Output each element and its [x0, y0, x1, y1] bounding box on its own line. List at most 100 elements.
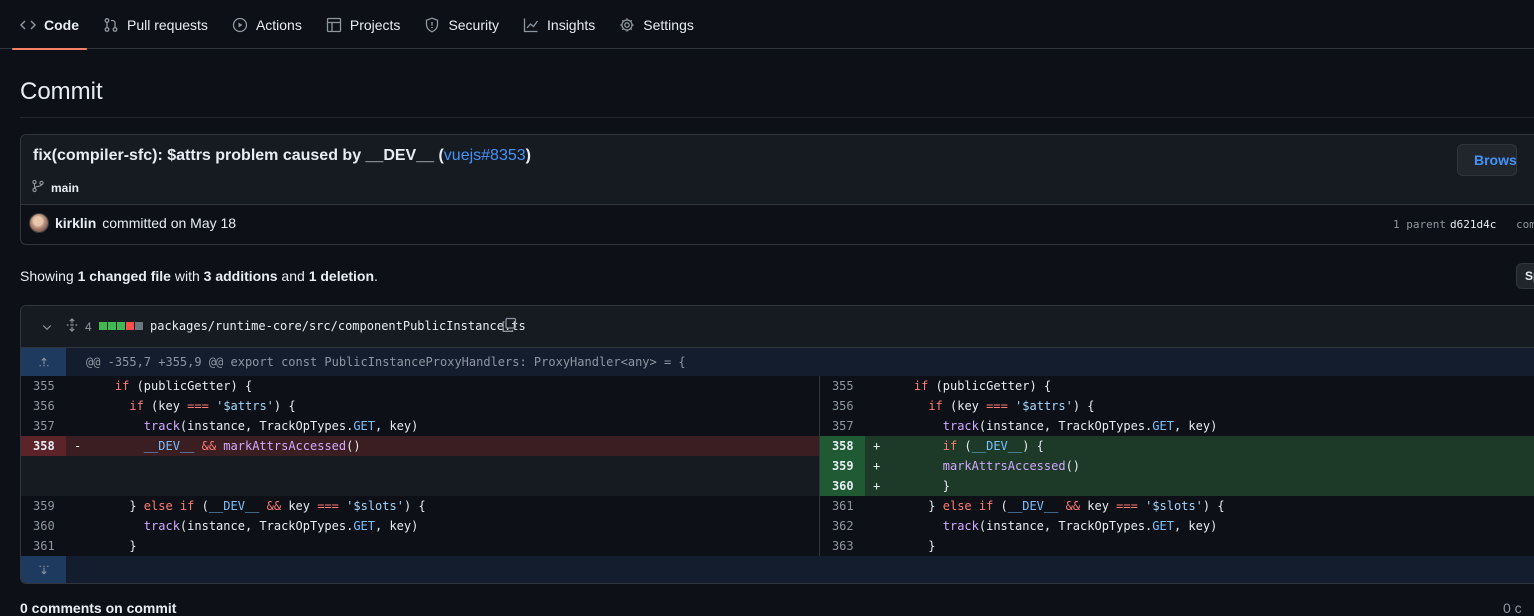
diff-marker	[865, 376, 885, 396]
commit-meta: kirklin committed on May 18	[29, 213, 236, 233]
chevron-down-icon[interactable]	[41, 320, 53, 336]
file-path-link[interactable]: packages/runtime-core/src/componentPubli…	[150, 319, 526, 333]
copy-icon[interactable]	[501, 317, 517, 336]
diff-marker	[66, 416, 86, 436]
tab-projects[interactable]: Projects	[314, 0, 413, 49]
split-view-button[interactable]: Split	[1516, 263, 1534, 289]
commit-message-text: fix(compiler-sfc): $attrs problem caused…	[33, 147, 444, 164]
diff-row: 361 } else if (__DEV__ && key === '$slot…	[820, 496, 1534, 516]
line-number[interactable]: 361	[820, 496, 865, 516]
diff-row: 356 if (key === '$attrs') {	[21, 396, 819, 416]
code-line: }	[884, 479, 950, 493]
issue-link[interactable]: vuejs#8353	[444, 147, 526, 164]
file-header: 4 packages/runtime-core/src/componentPub…	[21, 306, 1534, 348]
diff-row-addition: 358 + if (__DEV__) {	[819, 436, 1534, 456]
summary-text: with	[170, 268, 204, 284]
parent-sha-link[interactable]: d621d4c	[1450, 218, 1496, 231]
line-number[interactable]: 359	[21, 496, 66, 516]
diff-row: 360 track(instance, TrackOpTypes.GET, ke…	[21, 516, 819, 536]
tab-label: Settings	[643, 16, 694, 33]
unfold-icon[interactable]	[65, 318, 79, 335]
committed-date: committed on May 18	[102, 215, 237, 231]
tab-label: Security	[448, 16, 500, 33]
tab-pull-requests[interactable]: Pull requests	[91, 0, 220, 49]
git-branch-icon	[31, 179, 45, 196]
diff-left-side: 355 if (publicGetter) { 356 if (key === …	[21, 376, 819, 556]
line-number[interactable]: 363	[820, 536, 865, 556]
line-number[interactable]: 360	[819, 476, 865, 496]
line-number[interactable]: 358	[21, 436, 66, 456]
code-line: markAttrsAccessed()	[942, 459, 1081, 473]
line-number[interactable]: 359	[819, 456, 865, 476]
expand-down-icon[interactable]	[21, 556, 66, 583]
tab-label: Code	[44, 16, 79, 33]
tab-code[interactable]: Code	[8, 0, 91, 50]
shield-icon	[424, 17, 440, 33]
play-icon	[232, 17, 248, 33]
changes-count: 4	[85, 320, 92, 334]
diff-marker: +	[872, 459, 881, 473]
summary-text: .	[374, 268, 378, 284]
line-number[interactable]: 358	[819, 436, 865, 456]
line-number[interactable]: 356	[820, 396, 865, 416]
avatar[interactable]	[29, 213, 49, 233]
hunk-footer	[21, 556, 1534, 583]
tab-security[interactable]: Security	[412, 0, 511, 49]
branch-label[interactable]: main	[31, 179, 79, 196]
diff-summary: Showing 1 changed file with 3 additions …	[20, 268, 378, 284]
code-line: track(instance, TrackOpTypes.GET, key)	[143, 519, 419, 533]
code-line: if (key === '$attrs') {	[129, 399, 296, 413]
line-number[interactable]: 360	[21, 516, 66, 536]
diff-marker	[865, 536, 885, 556]
branch-name: main	[51, 180, 80, 195]
diff-row: 355 if (publicGetter) {	[820, 376, 1534, 396]
diffstat-delete	[126, 322, 134, 330]
diffstat-add	[117, 322, 125, 330]
tab-actions[interactable]: Actions	[220, 0, 314, 49]
line-number[interactable]: 357	[21, 416, 66, 436]
parent-info: 1 parent d621d4c	[1393, 218, 1496, 231]
hunk-header-text: @@ -355,7 +355,9 @@ export const PublicI…	[86, 355, 686, 369]
tab-insights[interactable]: Insights	[511, 0, 607, 49]
git-pull-request-icon	[103, 17, 119, 33]
code-line: track(instance, TrackOpTypes.GET, key)	[942, 519, 1218, 533]
code-line: if (__DEV__) {	[942, 439, 1044, 453]
diff-row-addition: 359 + markAttrsAccessed()	[819, 456, 1534, 476]
line-number[interactable]: 356	[21, 396, 66, 416]
diff-row-deletion: 358- __DEV__ && markAttrsAccessed()	[21, 436, 819, 456]
line-number[interactable]: 355	[21, 376, 66, 396]
table-icon	[326, 17, 342, 33]
commit-sha-label: commit	[1516, 218, 1534, 231]
commit-message: fix(compiler-sfc): $attrs problem caused…	[33, 147, 531, 165]
diff-marker	[66, 516, 86, 536]
diff-right-side: 355 if (publicGetter) { 356 if (key === …	[818, 376, 1534, 556]
repo-nav: Code Pull requests Actions Projects Secu…	[0, 0, 1534, 50]
summary-text: and	[277, 268, 309, 284]
diff-row: 355 if (publicGetter) {	[21, 376, 819, 396]
divider	[20, 117, 1534, 118]
code-line: if (key === '$attrs') {	[928, 399, 1095, 413]
tab-settings[interactable]: Settings	[607, 0, 706, 49]
line-number[interactable]: 355	[820, 376, 865, 396]
line-number	[21, 476, 66, 496]
gear-icon	[619, 17, 635, 33]
line-number[interactable]: 357	[820, 416, 865, 436]
diff-row: 362 track(instance, TrackOpTypes.GET, ke…	[820, 516, 1534, 536]
diff-row-empty	[21, 456, 819, 476]
expand-up-icon[interactable]	[21, 348, 66, 376]
page-title: Commit	[20, 78, 103, 105]
author-link[interactable]: kirklin	[55, 215, 96, 231]
summary-additions: 3 additions	[203, 268, 278, 284]
diff-marker	[865, 416, 885, 436]
diff-row: 356 if (key === '$attrs') {	[820, 396, 1534, 416]
line-number[interactable]: 362	[820, 516, 865, 536]
line-number	[21, 456, 66, 476]
tab-label: Actions	[255, 16, 302, 33]
file-diff: 4 packages/runtime-core/src/componentPub…	[20, 305, 1534, 584]
diff-row-addition: 360 + }	[819, 476, 1534, 496]
diff-row: 359 } else if (__DEV__ && key === '$slot…	[21, 496, 819, 516]
hunk-header: @@ -355,7 +355,9 @@ export const PublicI…	[21, 348, 1534, 376]
browse-files-button[interactable]: Browse files	[1457, 144, 1517, 176]
summary-text: Showing	[20, 268, 78, 284]
line-number[interactable]: 361	[21, 536, 66, 556]
